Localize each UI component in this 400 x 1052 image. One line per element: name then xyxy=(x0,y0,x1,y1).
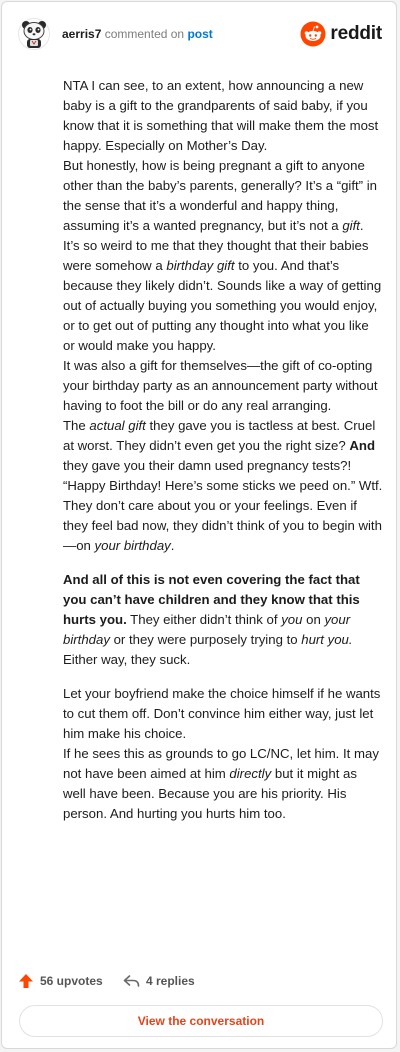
reply-count: 4 replies xyxy=(146,974,195,988)
comment-line: The actual gift they gave you is tactles… xyxy=(63,416,383,496)
emphasis-text: gift xyxy=(342,218,360,233)
comment-line: If he sees this as grounds to go LC/NC, … xyxy=(63,744,383,824)
text-run: The xyxy=(63,418,90,433)
text-run: they gave you their damn used pregnancy … xyxy=(63,458,383,493)
comment-card: aerris7 commented on post reddit NTA I c… xyxy=(1,1,397,1049)
emphasis-text: your birthday xyxy=(94,538,171,553)
bold-text: And xyxy=(349,438,376,453)
upvote-arrow-icon xyxy=(19,974,33,988)
brand-wordmark: reddit xyxy=(330,23,382,44)
upvote-button[interactable]: 56 upvotes xyxy=(18,970,103,992)
reddit-logo[interactable]: reddit xyxy=(300,20,382,48)
comment-paragraph-2: And all of this is not even covering the… xyxy=(63,570,383,670)
comment-line: NTA I can see, to an extent, how announc… xyxy=(63,78,379,153)
emphasis-text: actual gift xyxy=(89,418,146,433)
post-link[interactable]: post xyxy=(187,27,212,41)
comment-body: NTA I can see, to an extent, how announc… xyxy=(63,76,383,824)
text-run: on xyxy=(302,612,325,627)
comment-line: They don’t care about you or your feelin… xyxy=(63,496,383,556)
text-run: But honestly, how is being pregnant a gi… xyxy=(63,158,378,233)
comment-paragraph-1: NTA I can see, to an extent, how announc… xyxy=(63,76,383,556)
panda-avatar-icon xyxy=(18,18,50,50)
comment-header: aerris7 commented on post reddit xyxy=(18,16,382,56)
emphasis-text: you xyxy=(281,612,303,627)
emphasis-text: directly xyxy=(229,766,272,781)
text-run: . xyxy=(170,538,175,553)
emphasis-text: hurt you. xyxy=(301,632,353,647)
reply-arrow-icon xyxy=(123,975,140,987)
emphasis-text: birthday gift xyxy=(166,258,235,273)
comment-line: Let your boyfriend make the choice himse… xyxy=(63,686,381,741)
text-run: or they were purposely trying to xyxy=(109,632,302,647)
replies-button[interactable]: 4 replies xyxy=(123,970,195,992)
reddit-snoo-icon xyxy=(300,21,326,47)
action-text: commented on xyxy=(104,27,185,41)
comment-line: But honestly, how is being pregnant a gi… xyxy=(63,156,383,356)
comment-meta: aerris7 commented on post xyxy=(62,27,213,41)
comment-footer: 56 upvotes 4 replies xyxy=(18,970,380,992)
upvote-count: 56 upvotes xyxy=(40,974,103,988)
view-conversation-button[interactable]: View the conversation xyxy=(19,1005,383,1037)
text-run: They either didn’t think of xyxy=(126,612,282,627)
text-run: Either way, they suck. xyxy=(63,652,191,667)
user-avatar[interactable] xyxy=(18,18,50,50)
comment-paragraph-3: Let your boyfriend make the choice himse… xyxy=(63,684,383,824)
username-link[interactable]: aerris7 xyxy=(62,27,101,41)
comment-line: It was also a gift for themselves—the gi… xyxy=(63,358,378,413)
